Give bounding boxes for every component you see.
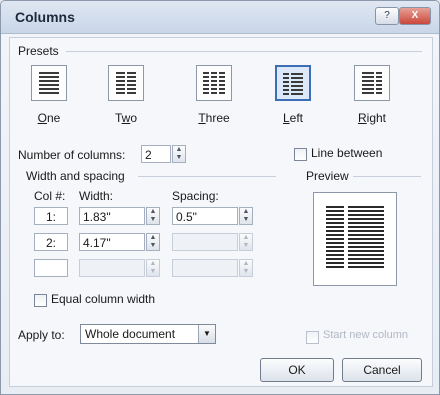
number-of-columns-spinner[interactable]: ▲ ▼	[172, 145, 186, 163]
presets-group-label: Presets	[18, 44, 59, 58]
width-input-1[interactable]: 1.83"	[79, 207, 145, 225]
apply-to-label: Apply to:	[18, 328, 65, 342]
width-header: Width:	[79, 189, 114, 203]
title-bar: Columns ? X	[1, 1, 439, 34]
spacing-spinner-2: ▲ ▼	[239, 233, 253, 251]
width-spinner-2[interactable]: ▲ ▼	[146, 233, 160, 251]
col-number-2: 2:	[34, 233, 68, 251]
col-header: Col #:	[34, 189, 66, 203]
equal-column-width-checkbox[interactable]	[34, 294, 47, 307]
dialog-body: Presets One Two Three Left Right Number …	[9, 37, 433, 387]
spacing-spinner-1[interactable]: ▲ ▼	[239, 207, 253, 225]
preset-one[interactable]: One	[26, 65, 72, 125]
spacing-header: Spacing:	[172, 189, 219, 203]
preset-two-label: Two	[114, 111, 138, 125]
number-of-columns-label: Number of columns:	[18, 148, 126, 162]
width-spinner-3: ▲ ▼	[146, 259, 160, 277]
col-number-1: 1:	[34, 207, 68, 225]
preview-column-right	[348, 206, 384, 270]
columns-dialog: Columns ? X Presets One Two Three Left R…	[0, 0, 440, 395]
spacing-spinner-3: ▲ ▼	[239, 259, 253, 277]
preset-one-icon	[31, 65, 67, 101]
spacing-input-3	[172, 259, 238, 277]
start-new-column-checkbox	[306, 331, 319, 344]
preset-three-label: Three	[198, 111, 230, 125]
number-of-columns-input[interactable]: 2	[141, 145, 171, 163]
width-input-2[interactable]: 4.17"	[79, 233, 145, 251]
chevron-down-icon[interactable]: ▼	[198, 325, 215, 343]
preset-right-icon	[354, 65, 390, 101]
apply-to-value: Whole document	[85, 327, 176, 341]
preset-two[interactable]: Two	[103, 65, 149, 125]
spacing-input-1[interactable]: 0.5"	[172, 207, 238, 225]
preset-right[interactable]: Right	[349, 65, 395, 125]
dialog-title: Columns	[15, 9, 75, 25]
width-spacing-separator	[138, 176, 276, 177]
preview-pane	[313, 192, 397, 286]
cancel-button[interactable]: Cancel	[342, 358, 422, 382]
preset-two-icon	[108, 65, 144, 101]
start-new-column-label: Start new column	[323, 329, 408, 341]
line-between-label: Line between	[311, 146, 383, 160]
preset-left[interactable]: Left	[270, 65, 316, 125]
equal-column-width-label: Equal column width	[51, 292, 156, 306]
preset-right-label: Right	[357, 111, 387, 125]
width-spacing-group-label: Width and spacing	[26, 169, 125, 183]
close-button[interactable]: X	[399, 7, 431, 25]
presets-separator	[66, 51, 422, 52]
preset-left-label: Left	[282, 111, 304, 125]
ok-button[interactable]: OK	[260, 358, 334, 382]
preset-left-icon	[275, 65, 311, 101]
width-spinner-1[interactable]: ▲ ▼	[146, 207, 160, 225]
help-button[interactable]: ?	[375, 7, 399, 25]
apply-to-dropdown[interactable]: Whole document ▼	[80, 324, 216, 344]
col-number-3	[34, 259, 68, 277]
preview-column-left	[326, 206, 344, 270]
preview-group-label: Preview	[306, 169, 349, 183]
spacing-input-2	[172, 233, 238, 251]
width-input-3	[79, 259, 145, 277]
preset-three[interactable]: Three	[191, 65, 237, 125]
preset-one-label: One	[37, 111, 61, 125]
preview-separator	[353, 176, 421, 177]
preset-three-icon	[196, 65, 232, 101]
line-between-checkbox[interactable]	[294, 148, 307, 161]
